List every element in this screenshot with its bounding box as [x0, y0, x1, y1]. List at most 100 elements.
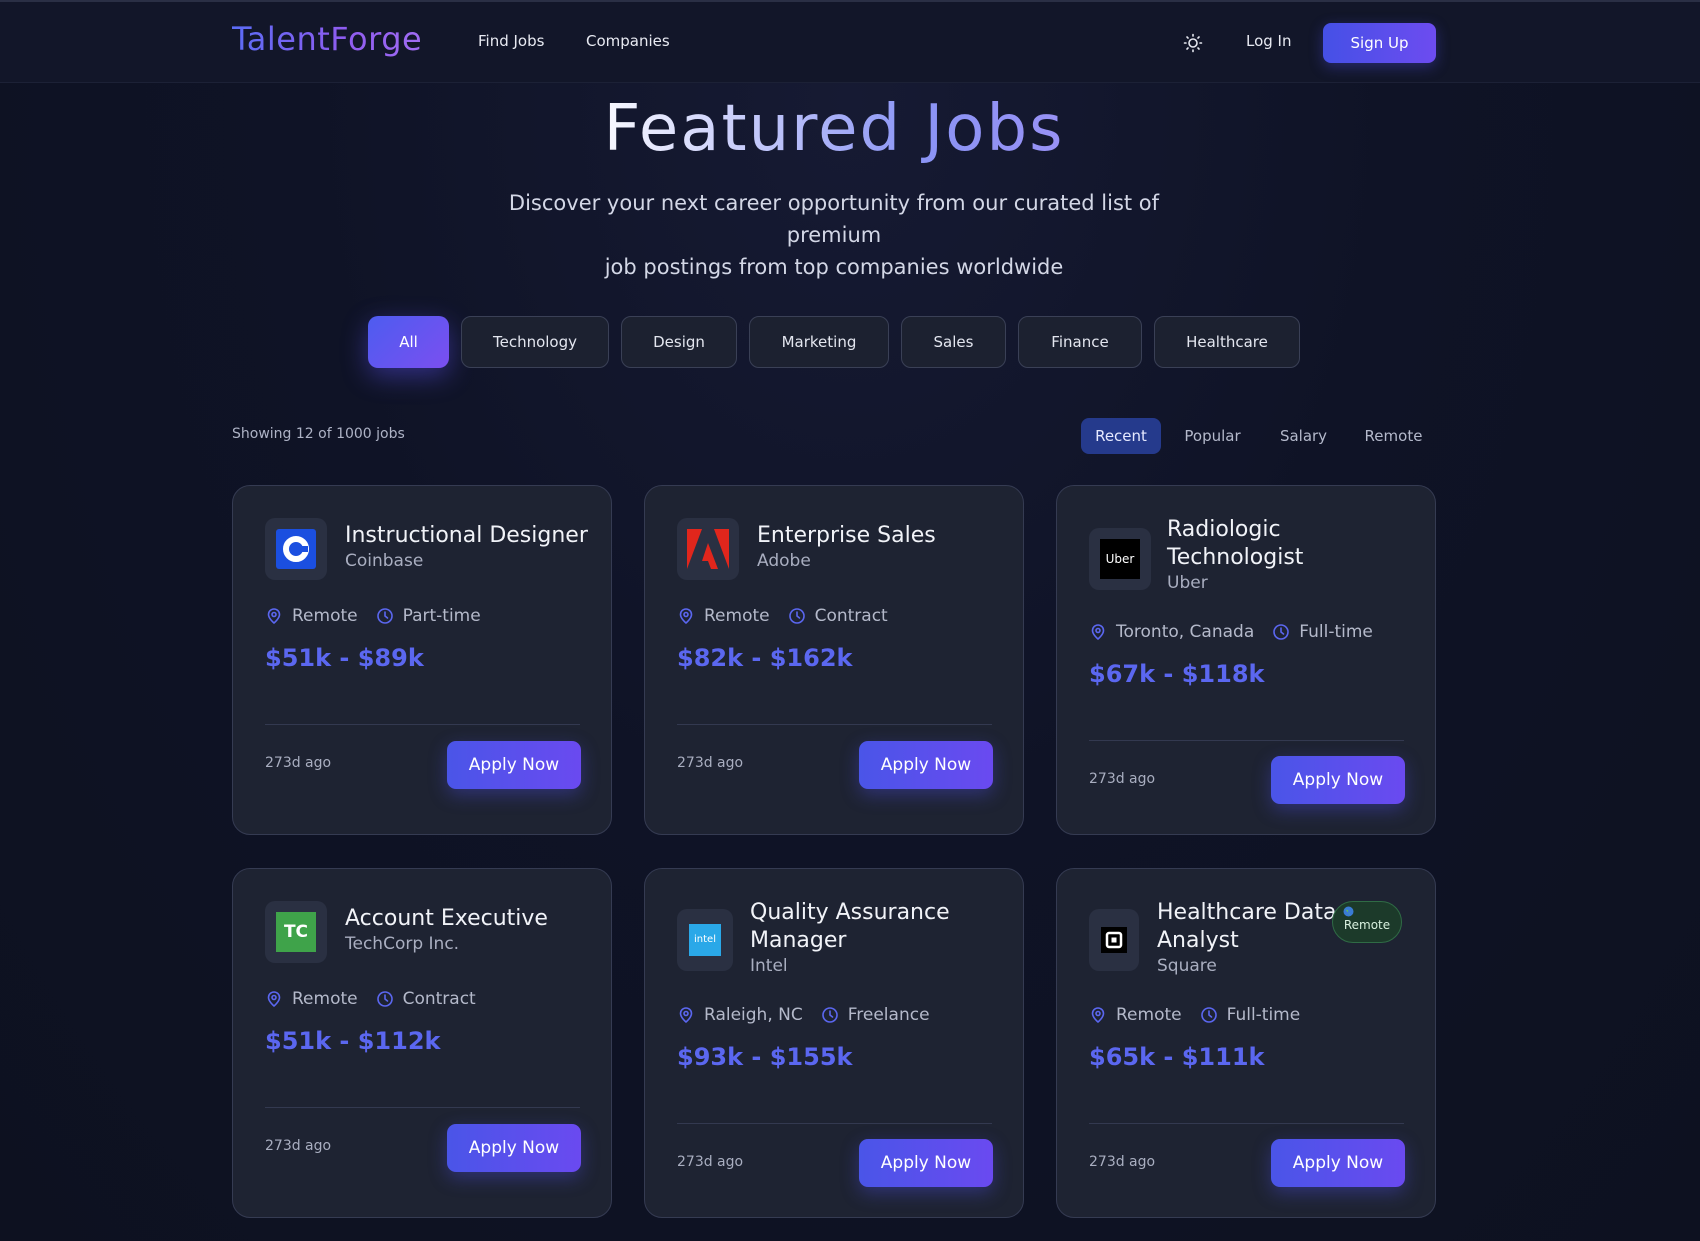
- job-meta: Remote Contract: [265, 989, 476, 1009]
- site-logo[interactable]: TalentForge: [232, 20, 422, 58]
- job-card[interactable]: Healthcare Data Analyst Square Remote Re…: [1056, 868, 1436, 1218]
- remote-badge-label: Remote: [1343, 918, 1391, 932]
- salary-range: $93k - $155k: [677, 1043, 853, 1071]
- posted-time: 273d ago: [677, 755, 744, 771]
- subtitle-line-2: job postings from top companies worldwid…: [604, 255, 1064, 279]
- location-pin-icon: [677, 1006, 695, 1024]
- signup-button[interactable]: Sign Up: [1323, 23, 1436, 63]
- apply-now-button[interactable]: Apply Now: [1271, 1139, 1405, 1187]
- divider: [1089, 740, 1404, 741]
- location-pin-icon: [1089, 623, 1107, 641]
- apply-now-button[interactable]: Apply Now: [859, 741, 993, 789]
- job-card[interactable]: Enterprise Sales Adobe Remote Contract $…: [644, 485, 1024, 835]
- clock-icon: [1272, 623, 1290, 641]
- sort-popular[interactable]: Popular: [1175, 418, 1250, 454]
- clock-icon: [1200, 1006, 1218, 1024]
- company-name: TechCorp Inc.: [345, 934, 460, 954]
- salary-range: $51k - $89k: [265, 644, 424, 672]
- salary-range: $67k - $118k: [1089, 660, 1265, 688]
- page-title: Featured Jobs: [0, 92, 1668, 166]
- job-location: Raleigh, NC: [704, 1005, 803, 1025]
- company-name: Square: [1157, 956, 1217, 976]
- job-card[interactable]: Uber Radiologic Technologist Uber Toront…: [1056, 485, 1436, 835]
- sort-salary[interactable]: Salary: [1266, 418, 1341, 454]
- job-type: Part-time: [402, 606, 481, 626]
- sort-remote[interactable]: Remote: [1356, 418, 1431, 454]
- apply-now-button[interactable]: Apply Now: [1271, 756, 1405, 804]
- job-title[interactable]: Account Executive: [345, 905, 548, 933]
- apply-now-button[interactable]: Apply Now: [859, 1139, 993, 1187]
- job-location: Remote: [292, 989, 358, 1009]
- techcrunch-logo-icon: TC: [265, 901, 327, 963]
- salary-range: $82k - $162k: [677, 644, 853, 672]
- job-location: Remote: [292, 606, 358, 626]
- apply-now-button[interactable]: Apply Now: [447, 741, 581, 789]
- job-card[interactable]: TC Account Executive TechCorp Inc. Remot…: [232, 868, 612, 1218]
- location-pin-icon: [677, 607, 695, 625]
- filter-marketing[interactable]: Marketing: [749, 316, 889, 368]
- page-subtitle: Discover your next career opportunity fr…: [459, 187, 1209, 283]
- job-title[interactable]: Radiologic Technologist: [1167, 516, 1303, 572]
- uber-logo-text: Uber: [1100, 539, 1140, 579]
- job-location: Remote: [1116, 1005, 1182, 1025]
- filter-healthcare[interactable]: Healthcare: [1154, 316, 1300, 368]
- company-name: Adobe: [757, 551, 811, 571]
- job-type: Full-time: [1226, 1005, 1301, 1025]
- intel-logo-icon: intel: [677, 909, 733, 971]
- job-title[interactable]: Instructional Designer: [345, 522, 588, 550]
- job-title[interactable]: Healthcare Data Analyst: [1157, 899, 1336, 955]
- job-meta: Remote Part-time: [265, 606, 481, 626]
- posted-time: 273d ago: [1089, 771, 1156, 787]
- clock-icon: [788, 607, 806, 625]
- divider: [265, 724, 580, 725]
- location-pin-icon: [1089, 1006, 1107, 1024]
- nav-link-companies[interactable]: Companies: [586, 32, 670, 50]
- intel-logo-text: intel: [689, 924, 721, 956]
- job-title[interactable]: Quality Assurance Manager: [750, 899, 950, 955]
- posted-time: 273d ago: [1089, 1154, 1156, 1170]
- posted-time: 273d ago: [265, 1138, 332, 1154]
- job-meta: Remote Contract: [677, 606, 888, 626]
- filter-finance[interactable]: Finance: [1018, 316, 1142, 368]
- job-card[interactable]: Instructional Designer Coinbase Remote P…: [232, 485, 612, 835]
- square-logo-icon: [1089, 909, 1139, 971]
- techcrunch-logo-text: TC: [276, 912, 316, 952]
- clock-icon: [821, 1006, 839, 1024]
- posted-time: 273d ago: [677, 1154, 744, 1170]
- adobe-logo-icon: [677, 518, 739, 580]
- job-meta: Toronto, Canada Full-time: [1089, 622, 1373, 642]
- job-type: Contract: [402, 989, 476, 1009]
- job-card[interactable]: intel Quality Assurance Manager Intel Ra…: [644, 868, 1024, 1218]
- divider: [677, 1123, 992, 1124]
- salary-range: $51k - $112k: [265, 1027, 441, 1055]
- results-count: Showing 12 of 1000 jobs: [232, 426, 405, 442]
- filter-design[interactable]: Design: [621, 316, 737, 368]
- filter-technology[interactable]: Technology: [461, 316, 609, 368]
- job-type: Freelance: [847, 1005, 930, 1025]
- company-name: Uber: [1167, 573, 1208, 593]
- divider: [1089, 1123, 1404, 1124]
- job-location: Toronto, Canada: [1116, 622, 1255, 642]
- sort-recent[interactable]: Recent: [1081, 418, 1161, 454]
- job-meta: Remote Full-time: [1089, 1005, 1300, 1025]
- location-pin-icon: [265, 607, 283, 625]
- job-location: Remote: [704, 606, 770, 626]
- filter-sales[interactable]: Sales: [901, 316, 1006, 368]
- nav-link-find-jobs[interactable]: Find Jobs: [478, 32, 544, 50]
- filter-all[interactable]: All: [368, 316, 449, 368]
- job-type: Full-time: [1299, 622, 1373, 642]
- job-type: Contract: [814, 606, 888, 626]
- divider: [677, 724, 992, 725]
- login-link[interactable]: Log In: [1246, 32, 1292, 50]
- job-title[interactable]: Enterprise Sales: [757, 522, 936, 550]
- uber-logo-icon: Uber: [1089, 528, 1151, 590]
- job-meta: Raleigh, NC Freelance: [677, 1005, 930, 1025]
- globe-icon: [1333, 906, 1401, 918]
- sun-icon[interactable]: [1182, 32, 1204, 54]
- remote-badge: Remote: [1332, 901, 1402, 943]
- apply-now-button[interactable]: Apply Now: [447, 1124, 581, 1172]
- clock-icon: [376, 607, 394, 625]
- top-navbar: TalentForge Find Jobs Companies Log In S…: [0, 0, 1700, 83]
- posted-time: 273d ago: [265, 755, 332, 771]
- coinbase-logo-icon: [265, 518, 327, 580]
